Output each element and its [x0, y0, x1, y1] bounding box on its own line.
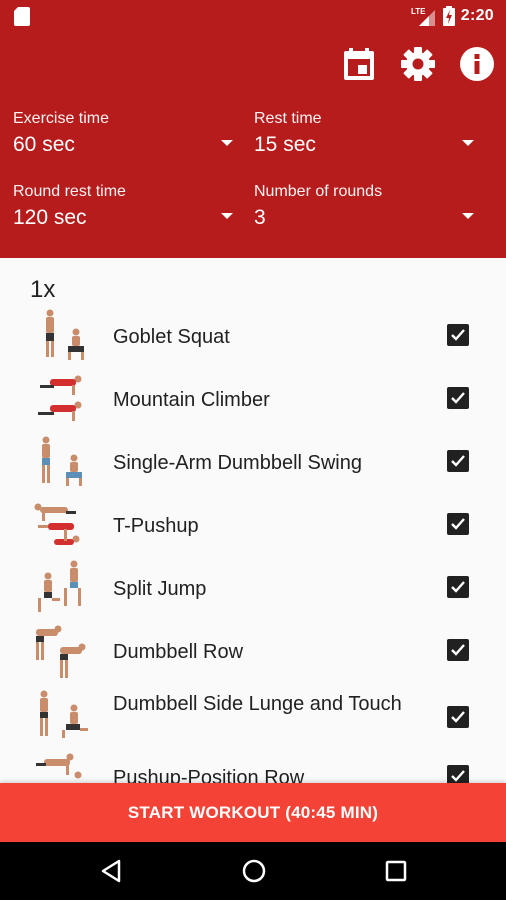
exercise-name: Single-Arm Dumbbell Swing	[113, 452, 362, 474]
start-workout-button[interactable]: START WORKOUT (40:45 MIN)	[0, 783, 506, 842]
app-header: LTE 2:20 Exercise time 60 sec Rest time …	[0, 0, 506, 258]
calendar-icon[interactable]	[340, 45, 378, 83]
dropdown-arrow-icon	[462, 213, 474, 219]
exercise-name: Pushup-Position Row	[113, 767, 305, 783]
round-rest-time-dropdown[interactable]: Round rest time 120 sec	[13, 183, 235, 230]
home-icon[interactable]	[240, 857, 268, 885]
exercise-checkbox[interactable]	[447, 576, 469, 598]
exercise-checkbox[interactable]	[447, 387, 469, 409]
checkmark-icon	[451, 392, 465, 404]
exercise-thumbnail	[38, 375, 82, 421]
settings-gear-icon[interactable]	[399, 45, 437, 83]
exercise-checkbox[interactable]	[447, 324, 469, 346]
exercise-name: Mountain Climber	[113, 389, 270, 411]
exercise-row[interactable]: T-Pushup	[0, 495, 506, 558]
checkmark-icon	[451, 711, 465, 723]
status-time: 2:20	[460, 7, 494, 24]
round-rest-time-label: Round rest time	[13, 183, 126, 200]
exercise-row[interactable]: Dumbbell Side Lunge and Touch	[0, 684, 506, 747]
info-icon[interactable]	[458, 45, 496, 83]
number-of-rounds-dropdown[interactable]: Number of rounds 3	[254, 183, 476, 230]
exercise-row[interactable]: Goblet Squat	[0, 306, 506, 369]
exercise-name: T-Pushup	[113, 515, 199, 537]
exercise-time-label: Exercise time	[13, 110, 110, 127]
exercise-checkbox[interactable]	[447, 639, 469, 661]
status-icons: LTE 2:20	[411, 5, 494, 27]
exercise-list[interactable]: 1x Goblet Squat Mountain Climber Single-…	[0, 258, 506, 783]
round-rest-time-value: 120 sec	[13, 206, 87, 229]
exercise-thumbnail	[40, 690, 88, 738]
checkmark-icon	[451, 329, 465, 341]
number-of-rounds-label: Number of rounds	[254, 183, 383, 200]
checkmark-icon	[451, 644, 465, 656]
exercise-checkbox[interactable]	[447, 513, 469, 535]
exercise-time-value: 60 sec	[13, 133, 75, 156]
dropdown-arrow-icon	[221, 140, 233, 146]
rest-time-dropdown[interactable]: Rest time 15 sec	[254, 110, 476, 157]
rest-time-value: 15 sec	[254, 133, 316, 156]
checkmark-icon	[451, 770, 465, 782]
exercise-row[interactable]: Mountain Climber	[0, 369, 506, 432]
dropdown-arrow-icon	[462, 140, 474, 146]
exercise-thumbnail	[36, 753, 82, 779]
sd-card-icon	[14, 7, 30, 26]
exercise-row[interactable]: Dumbbell Row	[0, 621, 506, 684]
exercise-row[interactable]: Split Jump	[0, 558, 506, 621]
exercise-name: Goblet Squat	[113, 326, 230, 348]
number-of-rounds-value: 3	[254, 206, 266, 229]
signal-icon: LTE	[411, 7, 435, 26]
exercise-checkbox[interactable]	[447, 450, 469, 472]
checkmark-icon	[451, 455, 465, 467]
system-nav-bar	[0, 842, 506, 900]
exercise-thumbnail	[38, 560, 81, 612]
exercise-thumbnail	[42, 436, 82, 486]
rest-time-label: Rest time	[254, 110, 322, 127]
exercise-name: Split Jump	[113, 578, 207, 600]
exercise-row[interactable]: Single-Arm Dumbbell Swing	[0, 432, 506, 495]
checkmark-icon	[451, 518, 465, 530]
exercise-row[interactable]: Pushup-Position Row	[0, 747, 506, 783]
exercise-thumbnail	[46, 309, 84, 360]
exercise-checkbox[interactable]	[447, 765, 469, 783]
status-bar: LTE 2:20	[0, 0, 506, 32]
recent-apps-icon[interactable]	[382, 857, 410, 885]
battery-icon	[442, 6, 455, 26]
exercise-checkbox[interactable]	[447, 706, 469, 728]
back-icon[interactable]	[97, 857, 125, 885]
exercise-name: Dumbbell Row	[113, 641, 244, 663]
exercise-thumbnail	[36, 625, 86, 678]
checkmark-icon	[451, 581, 465, 593]
exercise-thumbnail	[34, 503, 80, 545]
round-multiplier: 1x	[30, 276, 56, 303]
exercise-time-dropdown[interactable]: Exercise time 60 sec	[13, 110, 235, 157]
network-label: LTE	[411, 7, 426, 16]
exercise-name: Dumbbell Side Lunge and Touch	[113, 693, 402, 715]
dropdown-arrow-icon	[221, 213, 233, 219]
